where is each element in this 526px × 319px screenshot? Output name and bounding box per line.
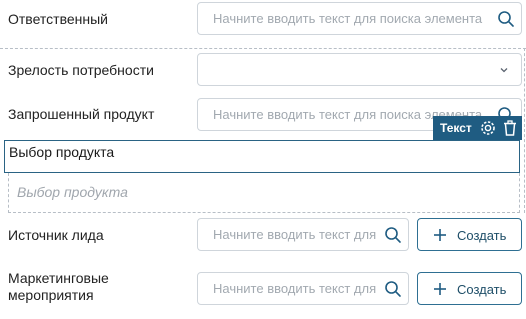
responsible-search-input[interactable]: Начните вводить текст для поиска элемент… (197, 2, 522, 35)
search-icon[interactable] (384, 226, 402, 244)
element-toolbar: Текст (433, 116, 522, 140)
element-type-label: Текст (440, 121, 472, 135)
create-marketing-event-button[interactable]: Создать (417, 272, 522, 305)
marketing-events-placeholder: Начните вводить текст для поиска элемент… (213, 281, 376, 296)
selected-element-text: Выбор продукта (9, 144, 115, 160)
plus-icon (434, 229, 446, 241)
marketing-events-search-input[interactable]: Начните вводить текст для поиска элемент… (197, 272, 409, 305)
drop-placeholder-text: Выбор продукта (17, 184, 128, 200)
gear-icon[interactable] (479, 119, 497, 137)
search-icon[interactable] (497, 10, 515, 28)
field-label-need-maturity: Зрелость потребности (8, 62, 154, 78)
search-icon[interactable] (384, 280, 402, 298)
field-label-responsible: Ответственный (8, 11, 108, 27)
chevron-down-icon[interactable] (499, 65, 509, 75)
lead-source-placeholder: Начните вводить текст для поиска элемент… (213, 227, 376, 242)
section-dashed-border-right (524, 48, 525, 213)
need-maturity-select[interactable] (197, 53, 522, 86)
create-lead-source-button[interactable]: Создать (417, 218, 522, 251)
section-dashed-border (0, 48, 526, 49)
field-label-requested-product: Запрошенный продукт (8, 106, 155, 122)
selected-text-element[interactable]: Выбор продукта (4, 140, 520, 173)
field-label-marketing-events: Маркетинговые мероприятия (8, 270, 109, 304)
create-button-label: Создать (457, 228, 507, 243)
responsible-placeholder: Начните вводить текст для поиска элемент… (213, 11, 483, 26)
create-button-label: Создать (457, 282, 507, 297)
drop-placeholder: Выбор продукта (8, 173, 520, 213)
lead-source-search-input[interactable]: Начните вводить текст для поиска элемент… (197, 218, 409, 251)
field-label-lead-source: Источник лида (8, 227, 104, 243)
field-label-marketing-events-line1: Маркетинговые (8, 270, 109, 286)
field-label-marketing-events-line2: мероприятия (8, 287, 94, 303)
plus-icon (434, 283, 446, 295)
trash-icon[interactable] (501, 119, 519, 137)
